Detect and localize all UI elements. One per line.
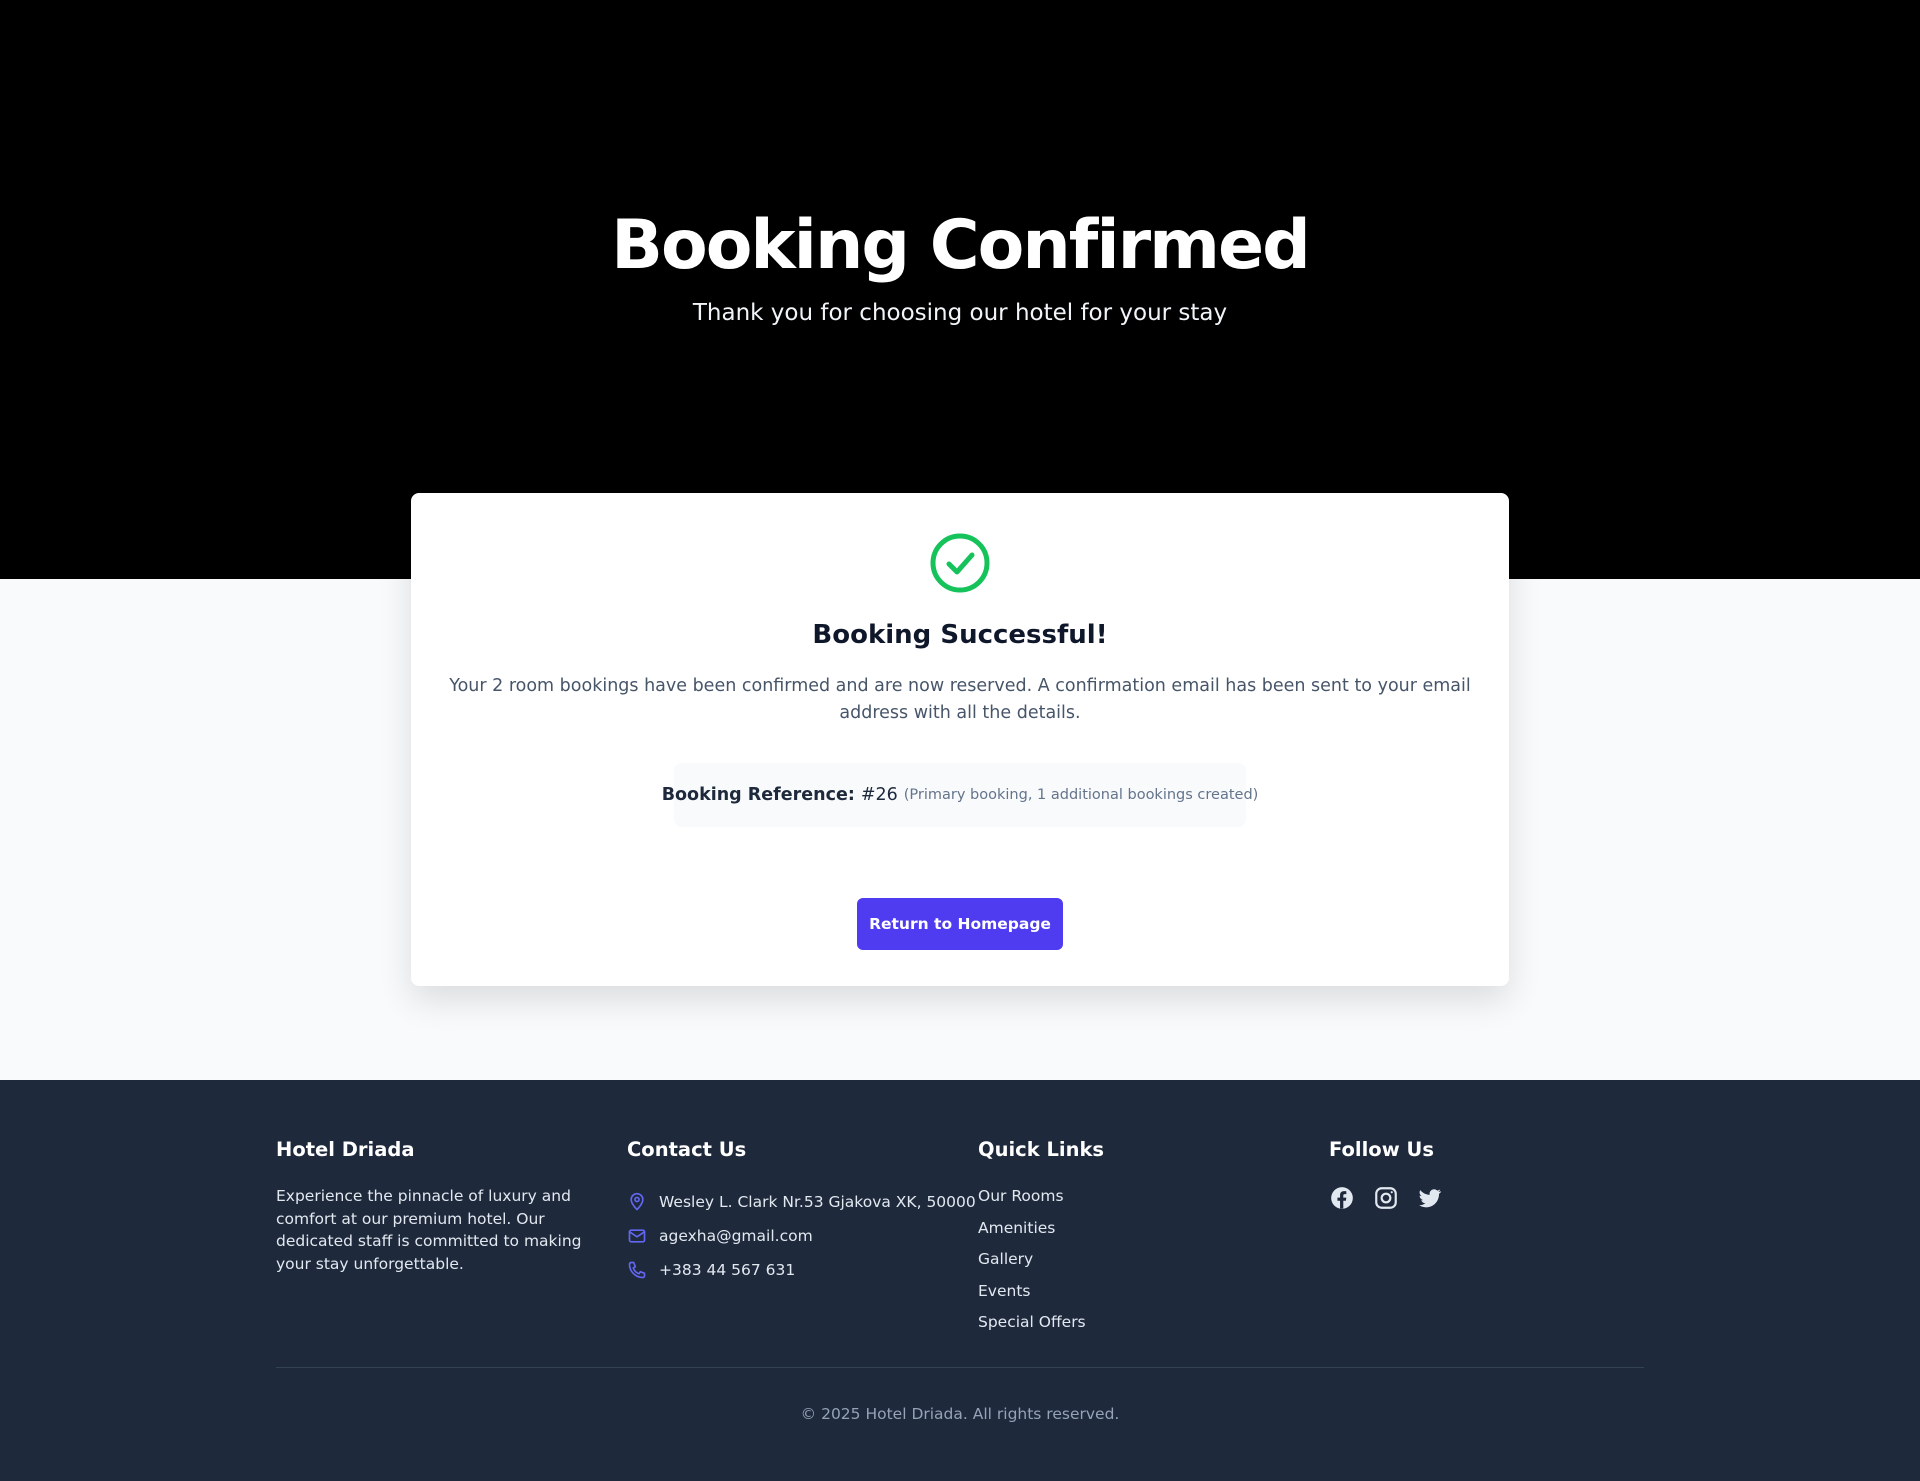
contact-phone-text: +383 44 567 631 — [659, 1261, 796, 1279]
success-message: Your 2 room bookings have been confirmed… — [449, 676, 1471, 723]
footer-hotel-name: Hotel Driada — [276, 1138, 415, 1161]
success-title: Booking Successful! — [812, 620, 1108, 650]
site-footer: Hotel Driada Experience the pinnacle of … — [0, 1080, 1920, 1481]
copyright-text: © 2025 Hotel Driada. All rights reserved… — [800, 1405, 1120, 1423]
map-pin-icon — [630, 1192, 644, 1211]
footer-about-text: Experience the pinnacle of luxury and co… — [276, 1187, 582, 1273]
return-to-homepage-button[interactable]: Return to Homepage — [857, 898, 1063, 950]
contact-address-text: Wesley L. Clark Nr.53 Gjakova XK, 50000 — [659, 1193, 976, 1211]
booking-reference-box: Booking Reference: #26 (Primary booking,… — [662, 763, 1258, 827]
footer-link-events[interactable]: Events — [978, 1280, 1104, 1312]
footer-divider — [276, 1367, 1644, 1368]
footer-link-gallery[interactable]: Gallery — [978, 1248, 1104, 1280]
mail-icon — [628, 1229, 646, 1243]
instagram-icon[interactable] — [1373, 1185, 1399, 1211]
footer-link-our-rooms[interactable]: Our Rooms — [978, 1185, 1104, 1217]
contact-address: Wesley L. Clark Nr.53 Gjakova XK, 50000 — [627, 1185, 976, 1219]
contact-email: agexha@gmail.com — [627, 1219, 976, 1253]
footer-quick-links: Quick Links Our Rooms Amenities Gallery … — [978, 1138, 1104, 1343]
social-links — [1329, 1185, 1443, 1211]
footer-contact-title: Contact Us — [627, 1138, 747, 1161]
page-subtitle: Thank you for choosing our hotel for you… — [692, 300, 1228, 326]
check-circle-icon — [930, 533, 990, 593]
page-title: Booking Confirmed — [611, 206, 1311, 285]
phone-icon — [628, 1261, 646, 1279]
footer-social: Follow Us — [1329, 1138, 1443, 1211]
footer-social-title: Follow Us — [1329, 1138, 1434, 1161]
facebook-icon[interactable] — [1329, 1185, 1355, 1211]
footer-link-special-offers[interactable]: Special Offers — [978, 1311, 1104, 1343]
contact-email-text: agexha@gmail.com — [659, 1227, 813, 1245]
booking-reference-label: Booking Reference: — [661, 785, 855, 805]
twitter-icon[interactable] — [1417, 1185, 1443, 1211]
contact-phone: +383 44 567 631 — [627, 1253, 976, 1287]
footer-contact: Contact Us Wesley L. Clark Nr.53 Gjakova… — [627, 1138, 976, 1287]
footer-link-amenities[interactable]: Amenities — [978, 1217, 1104, 1249]
footer-about: Hotel Driada Experience the pinnacle of … — [276, 1138, 601, 1275]
footer-links-title: Quick Links — [978, 1138, 1105, 1161]
booking-reference-value: #26 — [860, 785, 898, 805]
booking-reference-note: (Primary booking, 1 additional bookings … — [903, 787, 1259, 803]
confirmation-card: Booking Successful! Your 2 room bookings… — [411, 493, 1509, 986]
